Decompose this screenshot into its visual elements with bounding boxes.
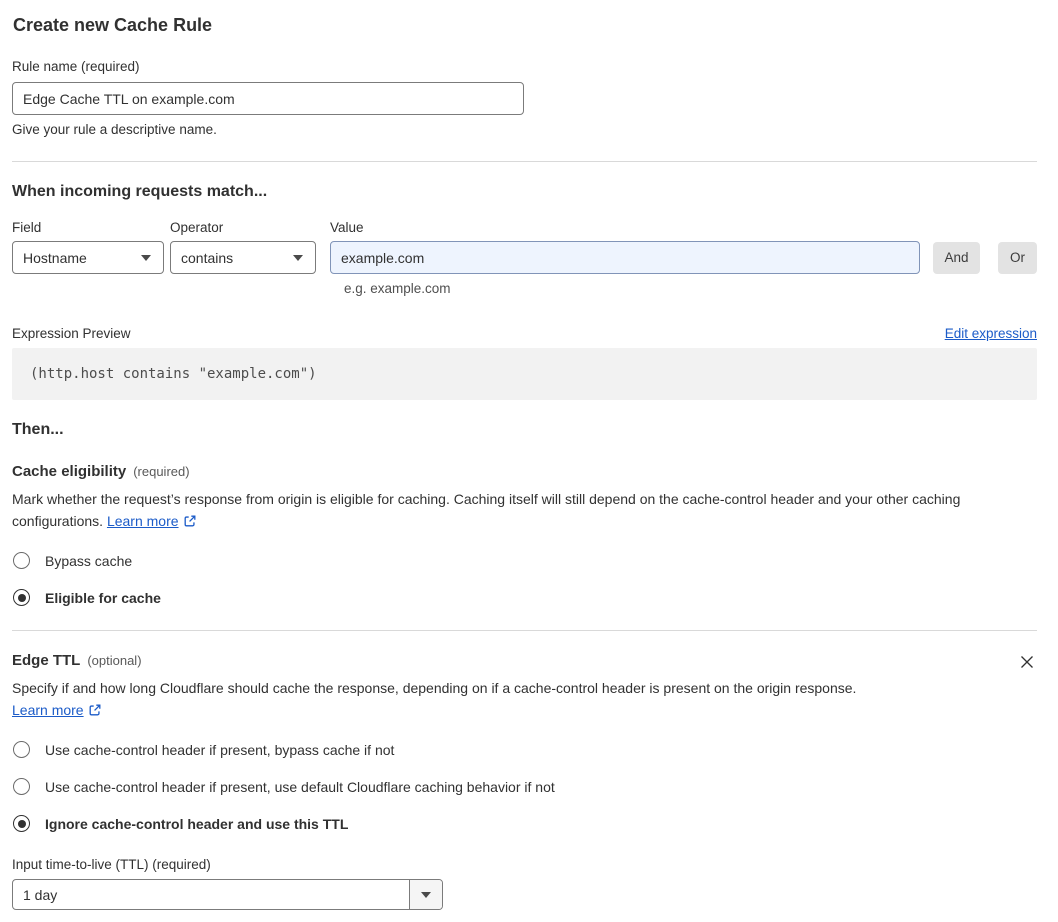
ttl-select-value: 1 day bbox=[23, 886, 58, 903]
ttl-select[interactable]: 1 day bbox=[12, 879, 443, 910]
field-select-value: Hostname bbox=[23, 249, 87, 266]
edge-ttl-description-text: Specify if and how long Cloudflare shoul… bbox=[12, 680, 857, 696]
radio-ignore-header-use-ttl[interactable]: Ignore cache-control header and use this… bbox=[12, 815, 1037, 832]
radio-checked-icon bbox=[13, 815, 30, 832]
and-button[interactable]: And bbox=[933, 241, 980, 274]
cache-eligibility-heading-row: Cache eligibility (required) bbox=[12, 463, 1037, 480]
value-label: Value bbox=[330, 220, 364, 235]
value-input[interactable] bbox=[330, 241, 920, 274]
edge-ttl-heading: Edge TTL bbox=[12, 652, 81, 669]
rule-name-helper: Give your rule a descriptive name. bbox=[12, 122, 217, 137]
match-expression-row: Hostname contains And Or bbox=[12, 241, 1037, 274]
chevron-down-icon bbox=[293, 254, 303, 261]
radio-eligible-for-cache[interactable]: Eligible for cache bbox=[12, 589, 1037, 606]
radio-label: Use cache-control header if present, byp… bbox=[45, 741, 395, 758]
edge-ttl-qualifier: (optional) bbox=[87, 653, 142, 668]
rule-name-label: Rule name (required) bbox=[12, 59, 140, 74]
ttl-select-dropdown-button[interactable] bbox=[409, 880, 442, 909]
match-column-labels: Field Operator Value bbox=[12, 220, 1037, 235]
page-title: Create new Cache Rule bbox=[13, 15, 213, 35]
chevron-down-icon bbox=[421, 891, 431, 898]
then-heading: Then... bbox=[12, 421, 64, 438]
rule-name-input[interactable] bbox=[12, 82, 524, 115]
expression-code: (http.host contains "example.com") bbox=[30, 366, 317, 382]
radio-label: Ignore cache-control header and use this… bbox=[45, 815, 349, 832]
edge-ttl-description: Specify if and how long Cloudflare shoul… bbox=[12, 678, 857, 721]
radio-label: Bypass cache bbox=[45, 552, 133, 569]
external-link-icon bbox=[184, 515, 196, 526]
field-select[interactable]: Hostname bbox=[12, 241, 164, 274]
radio-bypass-cache[interactable]: Bypass cache bbox=[12, 552, 1037, 569]
ttl-label: Input time-to-live (TTL) (required) bbox=[12, 857, 211, 872]
create-cache-rule-form: Create new Cache Rule Rule name (require… bbox=[0, 0, 1058, 922]
edge-ttl-heading-group: Edge TTL (optional) bbox=[12, 652, 142, 669]
operator-select[interactable]: contains bbox=[170, 241, 316, 274]
cache-eligibility-heading: Cache eligibility bbox=[12, 463, 127, 480]
external-link-icon bbox=[89, 704, 101, 715]
radio-use-header-default[interactable]: Use cache-control header if present, use… bbox=[12, 778, 1037, 795]
cache-eligibility-description: Mark whether the request’s response from… bbox=[12, 489, 1037, 532]
field-label: Field bbox=[12, 220, 42, 235]
radio-use-header-bypass[interactable]: Use cache-control header if present, byp… bbox=[12, 741, 1037, 758]
operator-label: Operator bbox=[170, 220, 224, 235]
expression-preview-header: Expression Preview Edit expression bbox=[12, 326, 1037, 341]
radio-label: Eligible for cache bbox=[45, 589, 161, 606]
expression-preview-label: Expression Preview bbox=[12, 326, 131, 341]
chevron-down-icon bbox=[141, 254, 151, 261]
cache-eligibility-qualifier: (required) bbox=[133, 464, 190, 479]
or-button[interactable]: Or bbox=[998, 241, 1037, 274]
close-edge-ttl-button[interactable] bbox=[1017, 652, 1037, 672]
edge-ttl-header-row: Edge TTL (optional) bbox=[12, 652, 1037, 672]
expression-code-block: (http.host contains "example.com") bbox=[12, 348, 1037, 400]
divider bbox=[12, 161, 1037, 162]
learn-more-link[interactable]: Learn more bbox=[107, 513, 179, 529]
operator-select-value: contains bbox=[181, 249, 234, 266]
value-helper: e.g. example.com bbox=[344, 281, 451, 296]
radio-unchecked-icon bbox=[13, 778, 30, 795]
radio-unchecked-icon bbox=[13, 741, 30, 758]
close-icon bbox=[1021, 656, 1033, 668]
match-section-heading: When incoming requests match... bbox=[12, 183, 268, 200]
divider bbox=[12, 630, 1037, 631]
radio-unchecked-icon bbox=[13, 552, 30, 569]
radio-checked-icon bbox=[13, 589, 30, 606]
edit-expression-link[interactable]: Edit expression bbox=[945, 326, 1037, 341]
radio-label: Use cache-control header if present, use… bbox=[45, 778, 555, 795]
learn-more-link[interactable]: Learn more bbox=[12, 702, 84, 718]
